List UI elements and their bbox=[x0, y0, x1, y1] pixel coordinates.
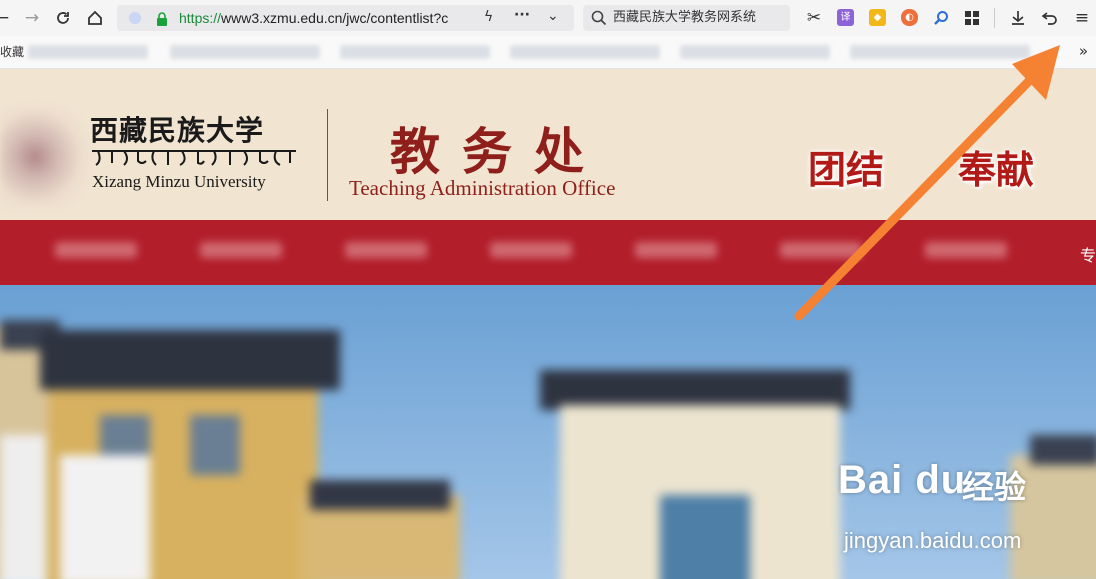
bookmarks-overflow-button[interactable]: » bbox=[1079, 42, 1088, 60]
nav-item[interactable] bbox=[925, 242, 1007, 258]
lightning-icon[interactable]: ϟ bbox=[484, 9, 493, 25]
nav-item[interactable] bbox=[345, 242, 427, 258]
site-header: 西藏民族大学 Xizang Minzu University 教务处 Teach… bbox=[0, 69, 1096, 220]
watermark-site: jingyan.baidu.com bbox=[844, 528, 1022, 553]
search-icon bbox=[591, 10, 607, 30]
url-text[interactable]: https://www3.xzmu.edu.cn/jwc/contentlist… bbox=[179, 5, 489, 31]
bookmark-item[interactable] bbox=[170, 45, 320, 59]
motto-unity: 团结 bbox=[808, 147, 885, 192]
browser-toolbar: ← → https://www3.xzmu.edu.cn/jwc/content… bbox=[0, 0, 1096, 36]
nav-item[interactable] bbox=[780, 242, 862, 258]
home-icon[interactable] bbox=[83, 6, 107, 30]
magnifier-extension-icon[interactable] bbox=[929, 6, 953, 30]
office-name-en: Teaching Administration Office bbox=[349, 176, 616, 200]
translate-extension-icon[interactable]: 译 bbox=[837, 9, 854, 26]
nav-item-edge[interactable]: 专 bbox=[1080, 242, 1096, 266]
toolbar-divider bbox=[994, 8, 995, 28]
url-host-path: www3.xzmu.edu.cn/jwc/contentlist?c bbox=[221, 10, 449, 26]
nav-item[interactable] bbox=[200, 242, 282, 258]
main-navigation: 专 bbox=[0, 220, 1096, 285]
scissors-icon[interactable]: ✂ bbox=[802, 6, 826, 30]
motto-dedication: 奉献 bbox=[958, 147, 1035, 192]
bookmarks-label[interactable]: 收藏 bbox=[0, 43, 24, 60]
download-icon[interactable] bbox=[1006, 6, 1030, 30]
bookmark-item[interactable] bbox=[28, 45, 148, 59]
shield-extension-icon[interactable]: ◆ bbox=[869, 9, 886, 26]
bookmark-item[interactable] bbox=[510, 45, 660, 59]
nav-item[interactable] bbox=[490, 242, 572, 258]
header-divider bbox=[327, 109, 328, 201]
university-name-en: Xizang Minzu University bbox=[92, 172, 266, 191]
bookmark-item[interactable] bbox=[850, 45, 1030, 59]
game-extension-icon[interactable]: ◐ bbox=[901, 9, 918, 26]
nav-item[interactable] bbox=[55, 242, 137, 258]
undo-icon[interactable] bbox=[1038, 6, 1062, 30]
site-info-icon[interactable] bbox=[129, 12, 141, 24]
url-protocol: https:// bbox=[179, 10, 222, 26]
back-icon[interactable]: ← bbox=[0, 6, 14, 30]
university-emblem bbox=[0, 107, 90, 207]
bookmarks-bar: 收藏 » bbox=[0, 36, 1096, 69]
reload-icon[interactable] bbox=[51, 6, 75, 30]
chevron-down-icon[interactable]: ⌄ bbox=[547, 8, 559, 24]
more-actions-icon[interactable]: ··· bbox=[514, 7, 530, 23]
search-input[interactable]: 西藏民族大学教务网系统 bbox=[613, 5, 756, 31]
bookmark-item[interactable] bbox=[680, 45, 830, 59]
university-name-cn: 西藏民族大学 bbox=[90, 114, 265, 147]
address-bar[interactable]: https://www3.xzmu.edu.cn/jwc/contentlist… bbox=[117, 5, 574, 31]
grid-apps-icon[interactable] bbox=[960, 6, 984, 30]
watermark-brand-cn: 经验 bbox=[962, 468, 1027, 506]
office-name-cn: 教务处 bbox=[390, 122, 606, 181]
bookmark-item[interactable] bbox=[340, 45, 490, 59]
nav-item[interactable] bbox=[635, 242, 717, 258]
menu-icon[interactable]: ≡ bbox=[1070, 6, 1094, 30]
baidu-watermark: Bai du 经验 jingyan.baidu.com bbox=[838, 458, 1038, 558]
lock-icon[interactable] bbox=[156, 11, 168, 30]
tibetan-script-logo bbox=[92, 150, 296, 166]
forward-icon[interactable]: → bbox=[20, 6, 44, 30]
search-bar[interactable]: 西藏民族大学教务网系统 bbox=[583, 5, 790, 31]
watermark-brand: Bai du bbox=[838, 458, 967, 502]
